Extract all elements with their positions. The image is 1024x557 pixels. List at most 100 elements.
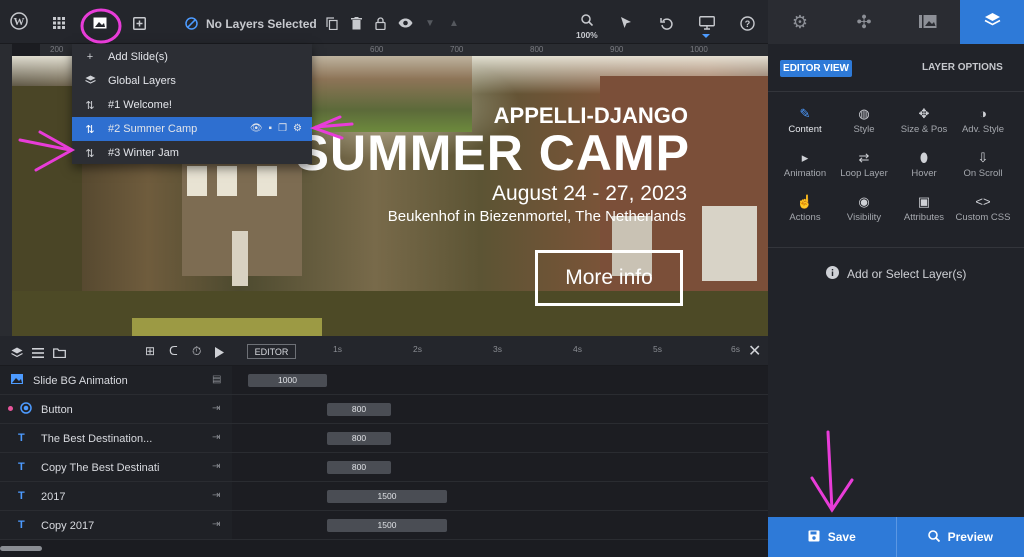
duplicate-icon[interactable]: ❐ bbox=[278, 123, 287, 134]
option-visibility[interactable]: ◉ Visibility bbox=[832, 194, 896, 223]
tab-layers[interactable] bbox=[960, 0, 1024, 44]
stopwatch-icon[interactable]: ⏱ bbox=[192, 344, 201, 359]
duplicate-icon[interactable] bbox=[326, 14, 338, 32]
sidebar-tabs: ⚙ ✣ bbox=[768, 0, 1024, 44]
eye-icon[interactable] bbox=[398, 14, 413, 32]
tab-slide[interactable] bbox=[896, 0, 960, 44]
lock-icon[interactable] bbox=[375, 14, 386, 32]
vertical-ruler bbox=[0, 44, 12, 336]
option-label: Hover bbox=[911, 168, 937, 179]
timeline-row[interactable]: T Copy 2017 ⇥ 1500 bbox=[0, 511, 768, 540]
duration-bar[interactable]: 800 bbox=[327, 461, 391, 474]
layer-name: Slide BG Animation bbox=[33, 375, 128, 387]
gear-icon[interactable]: ⚙ bbox=[293, 123, 302, 134]
option-actions[interactable]: ☝ Actions bbox=[773, 194, 837, 223]
ruler-tick: 800 bbox=[530, 45, 544, 54]
duration-bar[interactable]: 1500 bbox=[327, 519, 447, 532]
option-loop-layer[interactable]: ⇄ Loop Layer bbox=[832, 150, 896, 179]
timeline-row[interactable]: Slide BG Animation ▤ 1000 bbox=[0, 366, 768, 395]
save-bar: Save Preview bbox=[768, 517, 1024, 557]
duration-bar[interactable]: 1000 bbox=[248, 374, 327, 387]
slides-icon[interactable] bbox=[93, 14, 107, 32]
option-custom-css[interactable]: <> Custom CSS bbox=[951, 194, 1015, 223]
ruler-tick: 900 bbox=[610, 45, 624, 54]
code-icon: <> bbox=[975, 194, 991, 209]
more-info-button[interactable]: More info bbox=[535, 250, 683, 306]
text-icon: T bbox=[18, 490, 25, 502]
preview-button[interactable]: Preview bbox=[897, 517, 1024, 557]
timeline-scrollbar-track bbox=[0, 540, 768, 557]
grid-snap-icon[interactable]: ⊞ bbox=[145, 344, 155, 358]
menu-item-add-slide[interactable]: + Add Slide(s) bbox=[72, 45, 312, 69]
add-slide-icon[interactable] bbox=[133, 14, 146, 32]
trash-icon[interactable]: ▪ bbox=[269, 123, 273, 134]
duration-bar[interactable]: 800 bbox=[327, 403, 391, 416]
time-mark: 6s bbox=[731, 344, 740, 354]
magnet-icon[interactable]: ᑕ bbox=[169, 344, 178, 358]
layer-name: Button bbox=[41, 404, 73, 416]
link-icon: ⇥ bbox=[212, 519, 221, 530]
cursor-icon[interactable] bbox=[620, 14, 632, 32]
hero-date[interactable]: August 24 - 27, 2023 bbox=[492, 182, 687, 206]
hero-title[interactable]: SUMMER CAMP bbox=[296, 124, 690, 182]
undo-icon[interactable] bbox=[660, 14, 673, 32]
link-icon: ⇥ bbox=[212, 403, 221, 414]
folder-icon[interactable] bbox=[53, 345, 66, 363]
option-content[interactable]: ✎ Content bbox=[773, 106, 837, 135]
option-style[interactable]: ◍ Style bbox=[832, 106, 896, 135]
play-icon[interactable] bbox=[215, 345, 224, 363]
option-on-scroll[interactable]: ⇩ On Scroll bbox=[951, 150, 1015, 179]
ruler-tick: 1000 bbox=[690, 45, 708, 54]
hint-text: Add or Select Layer(s) bbox=[847, 267, 967, 281]
wordpress-icon[interactable]: W bbox=[10, 12, 28, 30]
save-button[interactable]: Save bbox=[768, 517, 896, 557]
layer-option-grid: ✎ Content ◍ Style ✥ Size & Pos ◑ Adv. Style … bbox=[768, 106, 1024, 236]
layer-options-label[interactable]: LAYER OPTIONS bbox=[922, 62, 1003, 73]
option-size-pos[interactable]: ✥ Size & Pos bbox=[892, 106, 956, 135]
text-icon: T bbox=[18, 519, 25, 531]
eye-icon[interactable]: 👁 bbox=[250, 123, 263, 134]
time-mark: 2s bbox=[413, 344, 422, 354]
grid-icon[interactable] bbox=[53, 14, 65, 32]
layer-name: Copy 2017 bbox=[41, 520, 95, 532]
option-label: Content bbox=[788, 124, 822, 135]
svg-text:?: ? bbox=[745, 19, 751, 29]
zoom-icon[interactable] bbox=[581, 11, 593, 29]
list-icon[interactable] bbox=[32, 345, 44, 363]
tab-navigation[interactable]: ✣ bbox=[832, 0, 896, 44]
eye-icon: ◉ bbox=[858, 194, 870, 209]
option-label: Custom CSS bbox=[955, 212, 1011, 223]
option-adv-style[interactable]: ◑ Adv. Style bbox=[951, 106, 1015, 135]
timeline-row[interactable]: Button ⇥ 800 bbox=[0, 395, 768, 424]
menu-item-global-layers[interactable]: Global Layers bbox=[72, 69, 312, 93]
editor-view-badge[interactable]: EDITOR VIEW bbox=[780, 60, 852, 77]
window bbox=[257, 166, 277, 196]
timeline-row[interactable]: T Copy The Best Destinati ⇥ 800 bbox=[0, 453, 768, 482]
editor-tab[interactable]: EDITOR bbox=[247, 344, 296, 359]
option-label: Adv. Style bbox=[961, 124, 1005, 135]
timeline-scrollbar[interactable] bbox=[0, 546, 42, 551]
tab-settings[interactable]: ⚙ bbox=[768, 0, 832, 44]
help-icon[interactable]: ? bbox=[740, 14, 755, 32]
hero-location[interactable]: Beukenhof in Biezenmortel, The Netherlan… bbox=[388, 208, 686, 225]
layers-icon[interactable] bbox=[11, 345, 23, 363]
marker-dot bbox=[8, 406, 13, 411]
option-animation[interactable]: ▸ Animation bbox=[773, 150, 837, 179]
menu-item-slide-3[interactable]: ⇅ #3 Winter Jam bbox=[72, 141, 312, 165]
menu-item-slide-2[interactable]: ⇅ #2 Summer Camp 👁 ▪ ❐ ⚙ bbox=[72, 117, 312, 141]
option-attributes[interactable]: ▣ Attributes bbox=[892, 194, 956, 223]
desktop-icon[interactable] bbox=[699, 14, 715, 32]
duration-bar[interactable]: 800 bbox=[327, 432, 391, 445]
layer-name: Copy The Best Destinati bbox=[41, 462, 160, 474]
option-hover[interactable]: ⬮ Hover bbox=[892, 150, 956, 179]
menu-item-slide-1[interactable]: ⇅ #1 Welcome! bbox=[72, 93, 312, 117]
photo-thumbnail bbox=[312, 56, 472, 132]
close-icon[interactable]: ✕ bbox=[748, 341, 761, 361]
chevron-up-icon[interactable]: ▲ bbox=[449, 14, 459, 32]
timeline-row[interactable]: T 2017 ⇥ 1500 bbox=[0, 482, 768, 511]
timeline-row[interactable]: T The Best Destination... ⇥ 800 bbox=[0, 424, 768, 453]
duration-bar[interactable]: 1500 bbox=[327, 490, 447, 503]
trash-icon[interactable] bbox=[351, 14, 362, 32]
chevron-down-icon[interactable]: ▼ bbox=[425, 14, 435, 32]
link-icon: ⇥ bbox=[212, 461, 221, 472]
